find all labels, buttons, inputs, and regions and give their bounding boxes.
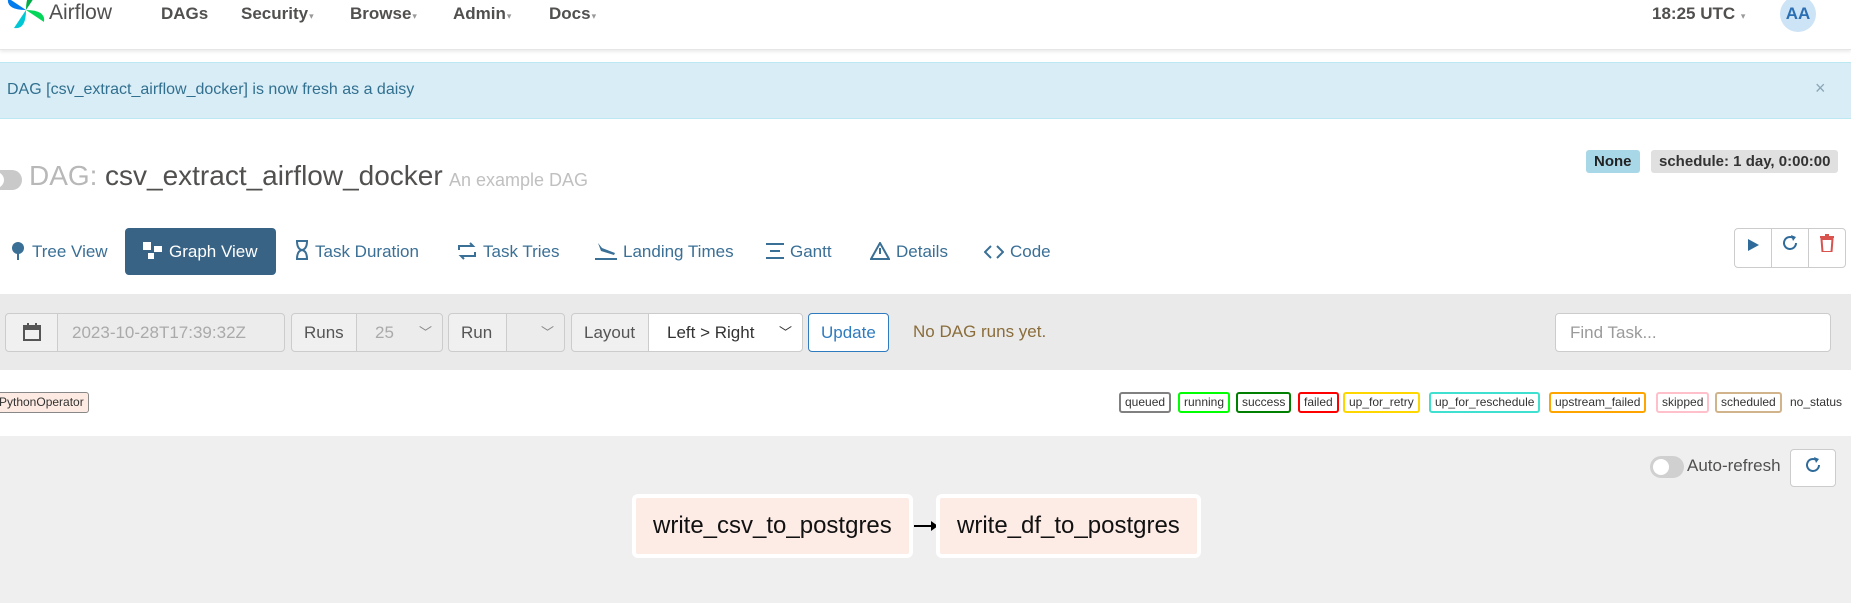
graph-controls-bar: 2023-10-28T17:39:32Z Runs 25 ﹀ Run ﹀ Lay… xyxy=(0,294,1851,370)
tree-icon xyxy=(12,242,24,260)
nav-docs-label: Docs xyxy=(549,4,591,23)
find-task-input[interactable]: Find Task... xyxy=(1555,313,1831,352)
user-avatar[interactable]: AA xyxy=(1780,0,1816,32)
state-legend-failed[interactable]: failed xyxy=(1298,392,1339,413)
play-icon xyxy=(1748,239,1759,251)
info-alert: DAG [csv_extract_airflow_docker] is now … xyxy=(0,62,1851,119)
nav-admin[interactable]: Admin▾ xyxy=(453,4,511,26)
run-addon: Run xyxy=(448,313,507,352)
layout-select[interactable]: Left > Right ﹀ xyxy=(648,313,803,352)
refresh-icon xyxy=(1783,235,1797,250)
nav-security-label: Security xyxy=(241,4,309,23)
task-node-write-csv-to-postgres[interactable]: write_csv_to_postgres xyxy=(632,494,913,558)
state-legend-success[interactable]: success xyxy=(1236,392,1292,413)
dag-graph-canvas[interactable]: Auto-refresh write_csv_to_postgres write… xyxy=(0,436,1851,603)
chevron-down-icon: ▾ xyxy=(309,11,314,21)
dag-owner-badge: None xyxy=(1586,150,1640,173)
no-runs-message: No DAG runs yet. xyxy=(913,322,1047,341)
tab-tree-view[interactable]: Tree View xyxy=(0,228,118,275)
state-legend-queued[interactable]: queued xyxy=(1119,392,1172,413)
tab-label: Tree View xyxy=(32,242,108,261)
tab-code[interactable]: Code xyxy=(974,228,1061,275)
chevron-down-icon: ﹀ xyxy=(540,325,554,340)
nav-docs[interactable]: Docs▾ xyxy=(549,4,596,26)
nav-admin-label: Admin xyxy=(453,4,506,23)
trigger-dag-button[interactable] xyxy=(1734,228,1772,268)
tab-label: Task Duration xyxy=(315,242,419,261)
base-date-input[interactable]: 2023-10-28T17:39:32Z xyxy=(57,313,285,352)
tab-task-duration[interactable]: Task Duration xyxy=(285,228,429,275)
plane-landing-icon xyxy=(595,243,617,260)
chevron-down-icon: ▾ xyxy=(1740,11,1746,21)
delete-dag-button[interactable] xyxy=(1808,228,1846,268)
tab-label: Landing Times xyxy=(623,242,734,261)
state-legend-scheduled[interactable]: scheduled xyxy=(1715,392,1782,413)
state-legend-skipped[interactable]: skipped xyxy=(1656,392,1710,413)
dag-description: An example DAG xyxy=(449,170,589,190)
code-icon xyxy=(983,245,1005,259)
warning-triangle-icon xyxy=(869,240,891,260)
close-icon[interactable]: × xyxy=(1815,78,1826,99)
task-node-write-df-to-postgres[interactable]: write_df_to_postgres xyxy=(936,494,1201,558)
state-legend-upstream-failed[interactable]: upstream_failed xyxy=(1549,392,1647,413)
dag-pause-toggle[interactable] xyxy=(0,170,22,190)
calendar-icon xyxy=(22,323,41,341)
update-button[interactable]: Update xyxy=(808,313,889,352)
tab-task-tries[interactable]: Task Tries xyxy=(447,228,570,275)
run-select[interactable]: ﹀ xyxy=(506,313,565,352)
utc-clock[interactable]: 18:25 UTC ▾ xyxy=(1652,4,1745,24)
tab-label: Gantt xyxy=(790,242,832,261)
nav-browse[interactable]: Browse▾ xyxy=(350,4,417,26)
hourglass-icon xyxy=(296,240,308,260)
tab-label: Task Tries xyxy=(483,242,560,261)
trash-icon xyxy=(1820,234,1834,253)
tab-details[interactable]: Details xyxy=(860,228,958,275)
navbar: Airflow DAGs Security▾ Browse▾ Admin▾ Do… xyxy=(0,0,1851,50)
operator-legend-badge: PythonOperator xyxy=(0,392,89,413)
graph-icon xyxy=(143,242,162,259)
runs-select-value: 25 xyxy=(375,323,394,342)
state-legend-up-for-reschedule[interactable]: up_for_reschedule xyxy=(1429,392,1541,413)
layout-addon: Layout xyxy=(571,313,649,352)
calendar-addon[interactable] xyxy=(5,313,58,352)
tab-gantt[interactable]: Gantt xyxy=(756,228,842,275)
state-legend-no-status[interactable]: no_status xyxy=(1790,394,1842,411)
runs-select[interactable]: 25 ﹀ xyxy=(356,313,443,352)
dag-title: csv_extract_airflow_docker xyxy=(105,160,443,191)
nav-security[interactable]: Security▾ xyxy=(241,4,314,26)
airflow-logo-icon[interactable] xyxy=(4,0,48,32)
tab-label: Code xyxy=(1010,242,1051,261)
gantt-icon xyxy=(766,243,784,259)
layout-select-value: Left > Right xyxy=(667,323,755,342)
tab-label: Graph View xyxy=(169,242,258,261)
chevron-down-icon: ▾ xyxy=(591,11,597,21)
tab-graph-view[interactable]: Graph View xyxy=(125,228,276,275)
task-dependency-arrow xyxy=(914,521,938,531)
retry-icon xyxy=(458,242,476,260)
nav-browse-label: Browse xyxy=(350,4,412,23)
chevron-down-icon: ▾ xyxy=(412,11,417,21)
schedule-badge: schedule: 1 day, 0:00:00 xyxy=(1651,150,1839,173)
state-legend-running[interactable]: running xyxy=(1178,392,1231,413)
clock-label: 18:25 UTC xyxy=(1652,4,1736,23)
auto-refresh-toggle[interactable] xyxy=(1650,456,1684,478)
brand-name[interactable]: Airflow xyxy=(49,0,112,26)
dag-prefix: DAG: xyxy=(29,160,98,191)
refresh-icon xyxy=(1806,457,1820,472)
chevron-down-icon: ▾ xyxy=(506,11,512,21)
runs-addon: Runs xyxy=(291,313,357,352)
nav-dags-label: DAGs xyxy=(161,4,209,23)
chevron-down-icon: ﹀ xyxy=(418,325,432,340)
nav-dags[interactable]: DAGs xyxy=(161,4,208,24)
tab-landing-times[interactable]: Landing Times xyxy=(585,228,744,275)
alert-message: DAG [csv_extract_airflow_docker] is now … xyxy=(7,81,415,98)
tab-label: Details xyxy=(896,242,948,261)
chevron-down-icon: ﹀ xyxy=(778,325,792,340)
refresh-dag-button[interactable] xyxy=(1771,228,1809,268)
graph-refresh-button[interactable] xyxy=(1790,449,1836,487)
state-legend-up-for-retry[interactable]: up_for_retry xyxy=(1343,392,1420,413)
auto-refresh-label: Auto-refresh xyxy=(1687,456,1781,475)
